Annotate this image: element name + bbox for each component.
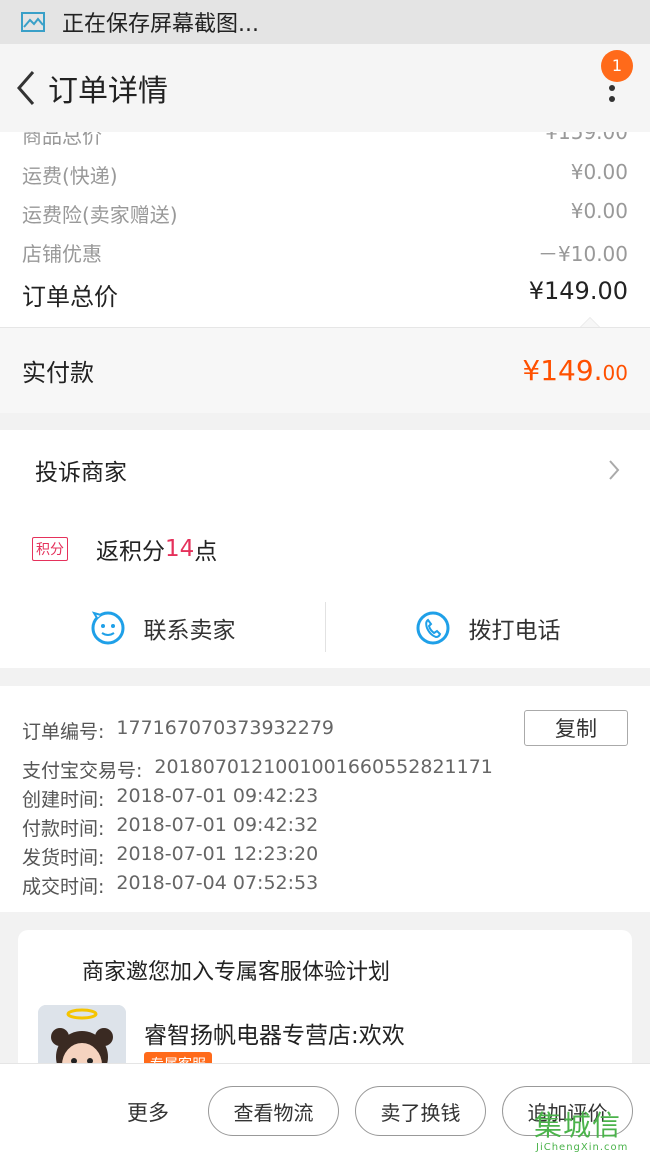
more-button[interactable]: 更多 bbox=[127, 1097, 169, 1127]
order-number-line: 订单编号: 1771670703739322​79 bbox=[22, 717, 334, 743]
watermark-logo: 集城信 JiChengXin.com bbox=[534, 1109, 629, 1153]
call-phone-button[interactable]: 拨打电话 bbox=[325, 600, 650, 656]
closed-time-line: 成交时间: 2018-07-04 07:52:53 bbox=[22, 872, 319, 898]
paid-amount-row: 实付款 ¥149.00 bbox=[0, 327, 650, 413]
price-row-discount: 店铺优惠 －¥10.00 bbox=[22, 242, 628, 266]
contact-row: 联系卖家 拨打电话 bbox=[0, 600, 650, 656]
screenshot-icon bbox=[21, 12, 45, 32]
page-title: 订单详情 bbox=[48, 74, 168, 109]
shop-name: 睿智扬帆电器专营店:欢欢 bbox=[144, 1023, 405, 1049]
chevron-left-icon bbox=[17, 71, 35, 105]
paid-value: ¥149.00 bbox=[522, 354, 628, 387]
paid-time-line: 付款时间: 2018-07-01 09:42:32 bbox=[22, 814, 319, 840]
phone-icon bbox=[416, 611, 449, 645]
copy-button[interactable]: 复制 bbox=[524, 710, 628, 746]
seller-actions: 投诉商家 积分 返积分 14 点 联系卖家 拨打电话 bbox=[0, 430, 650, 668]
chat-face-icon bbox=[91, 611, 124, 645]
notification-badge: 1 bbox=[601, 50, 633, 82]
invite-title: 商家邀您加入专属客服体验计划 bbox=[82, 960, 391, 985]
price-row-shipping: 运费(快递) ¥0.00 bbox=[22, 160, 628, 188]
order-info: 订单编号: 1771670703739322​79 复制 支付宝交易号: 20180… bbox=[0, 686, 650, 912]
created-time-line: 创建时间: 2018-07-01 09:42:23 bbox=[22, 785, 319, 811]
nav-bar: 订单详情 1 bbox=[0, 44, 650, 132]
status-bar: 正在保存屏幕截图... bbox=[0, 0, 650, 44]
back-button[interactable] bbox=[6, 68, 46, 108]
status-text: 正在保存屏幕截图... bbox=[62, 12, 259, 37]
points-reward: 积分 返积分 14 点 bbox=[32, 532, 217, 566]
paid-label: 实付款 bbox=[22, 359, 94, 387]
points-tag: 积分 bbox=[32, 537, 68, 561]
contact-seller-button[interactable]: 联系卖家 bbox=[0, 600, 325, 656]
price-row-insurance: 运费险(卖家赠送) ¥0.00 bbox=[22, 199, 628, 227]
order-total-row: 订单总价 ¥149.00 bbox=[22, 277, 628, 311]
alipay-number-line: 支付宝交易号: 2018070121001001660552821171 bbox=[22, 756, 493, 782]
price-summary: 商品总价 ¥159.00 运费(快递) ¥0.00 运费险(卖家赠送) ¥0.00 店… bbox=[0, 132, 650, 328]
chevron-right-icon bbox=[609, 460, 620, 480]
view-logistics-button[interactable]: 查看物流 bbox=[208, 1086, 339, 1136]
resell-button[interactable]: 卖了换钱 bbox=[355, 1086, 486, 1136]
price-row-goods: 商品总价 ¥159.00 bbox=[22, 132, 628, 148]
shipped-time-line: 发货时间: 2018-07-01 12:23:20 bbox=[22, 843, 319, 869]
complain-seller[interactable]: 投诉商家 bbox=[0, 430, 650, 510]
